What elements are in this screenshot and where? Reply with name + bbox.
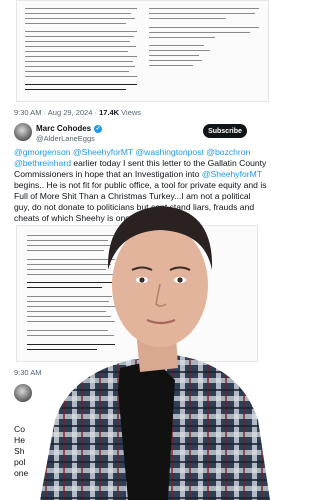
speaker-video-overlay bbox=[40, 206, 270, 500]
